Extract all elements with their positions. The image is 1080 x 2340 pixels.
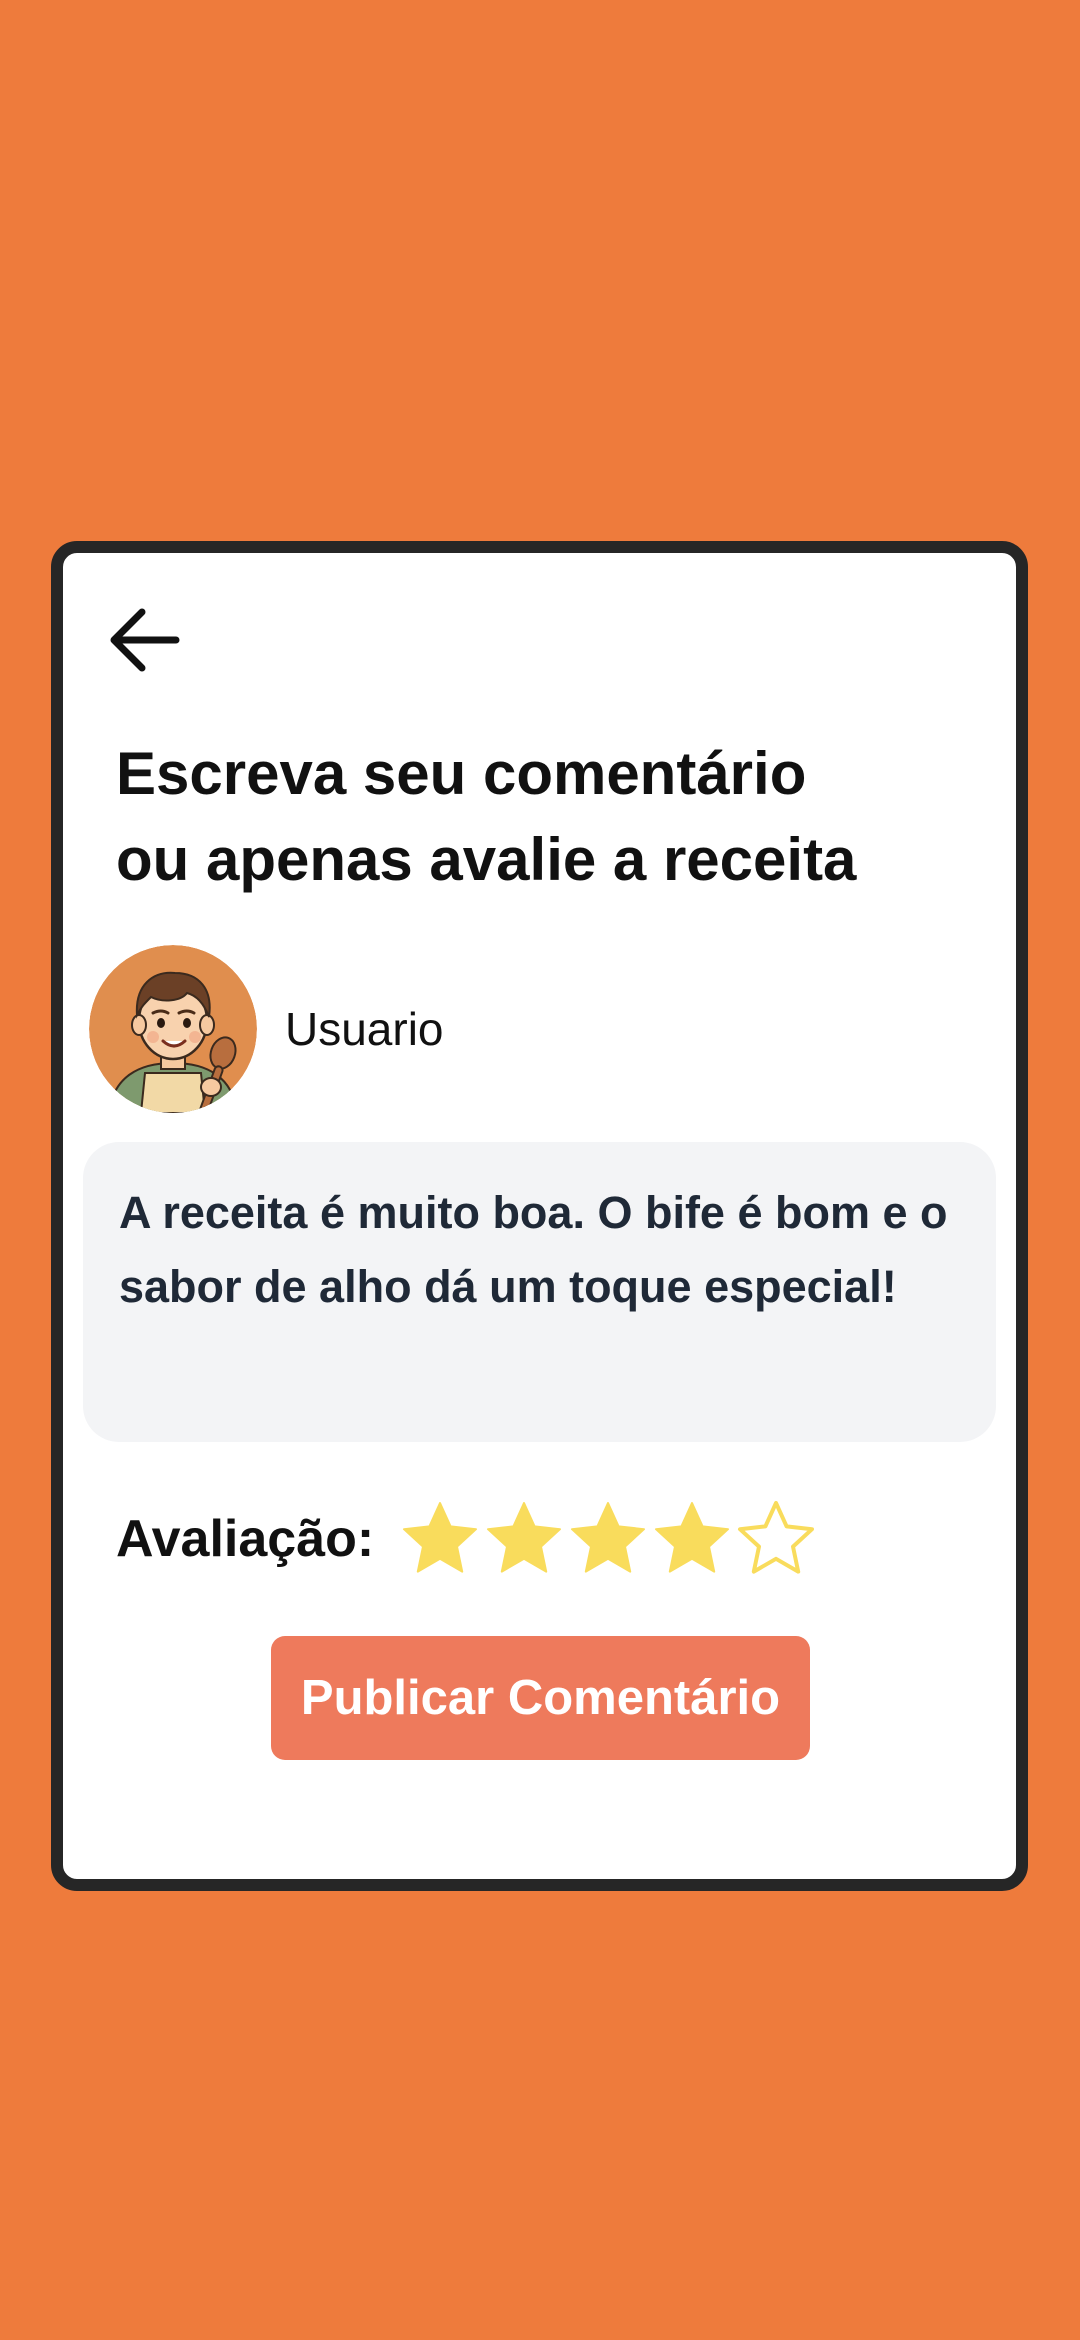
star-icon[interactable] (482, 1497, 566, 1581)
user-info: Usuario (89, 945, 444, 1113)
avatar (89, 945, 257, 1113)
star-icon[interactable] (650, 1497, 734, 1581)
page-title-line-2: ou apenas avalie a receita (116, 826, 857, 893)
rating-section: Avaliação: (116, 1497, 818, 1581)
publish-comment-button[interactable]: Publicar Comentário (271, 1636, 810, 1760)
page-title-line-1: Escreva seu comentário (116, 740, 807, 807)
username: Usuario (285, 1003, 444, 1055)
rating-label: Avaliação: (116, 1510, 375, 1568)
comment-card: Escreva seu comentário ou apenas avalie … (51, 541, 1028, 1891)
star-icon[interactable] (398, 1497, 482, 1581)
comment-input[interactable]: A receita é muito boa. O bife é bom e o … (83, 1142, 996, 1442)
star-icon[interactable] (734, 1497, 818, 1581)
star-icon[interactable] (566, 1497, 650, 1581)
star-rating (398, 1497, 818, 1581)
page-title: Escreva seu comentário ou apenas avalie … (116, 731, 856, 903)
arrow-left-icon (110, 608, 180, 672)
chef-avatar-illustration (89, 945, 257, 1113)
back-button[interactable] (99, 595, 189, 685)
